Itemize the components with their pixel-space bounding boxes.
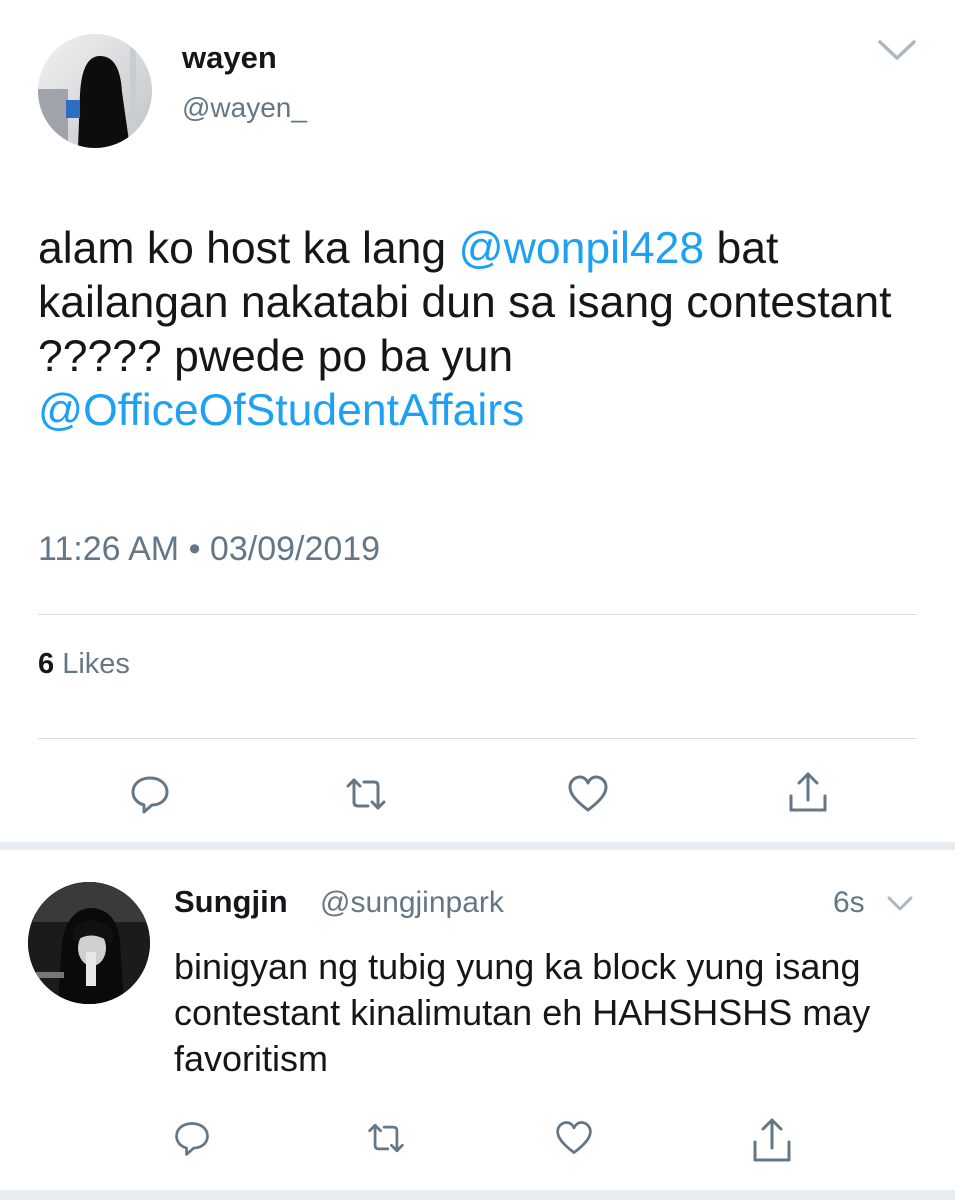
reply-time[interactable]: 6s [833,886,865,920]
chevron-down-icon[interactable] [876,36,918,66]
likes-label: Likes [54,648,130,680]
share-icon[interactable] [786,770,830,814]
like-icon[interactable] [554,1118,598,1162]
divider [38,738,917,739]
display-name[interactable]: wayen [182,40,277,76]
likes-count[interactable]: 6 Likes [38,648,130,681]
reply-handle[interactable]: @sungjinpark [320,886,504,920]
handle[interactable]: @wayen_ [182,92,307,124]
bottom-separator [0,1190,955,1200]
reply-text: binigyan ng tubig yung ka block yung isa… [174,946,871,1079]
avatar[interactable] [28,882,150,1004]
reply-icon[interactable] [172,1118,216,1162]
divider [38,614,917,615]
reply-display-name[interactable]: Sungjin [174,884,288,920]
reply-icon[interactable] [128,772,172,816]
avatar[interactable] [38,34,152,148]
tweet-text-part: alam ko host ka lang [38,224,459,273]
tweet-text: alam ko host ka lang @wonpil428 bat kail… [38,222,918,438]
share-icon[interactable] [750,1116,794,1162]
retweet-icon[interactable] [344,772,388,816]
likes-number: 6 [38,648,55,680]
chevron-down-icon[interactable] [886,894,914,914]
like-icon[interactable] [566,772,610,816]
timestamp[interactable]: 11:26 AM • 03/09/2019 [38,530,380,569]
mention-link[interactable]: @OfficeOfStudentAffairs [38,386,524,435]
section-separator [0,842,955,850]
mention-link[interactable]: @wonpil428 [459,224,705,273]
retweet-icon[interactable] [366,1118,410,1162]
